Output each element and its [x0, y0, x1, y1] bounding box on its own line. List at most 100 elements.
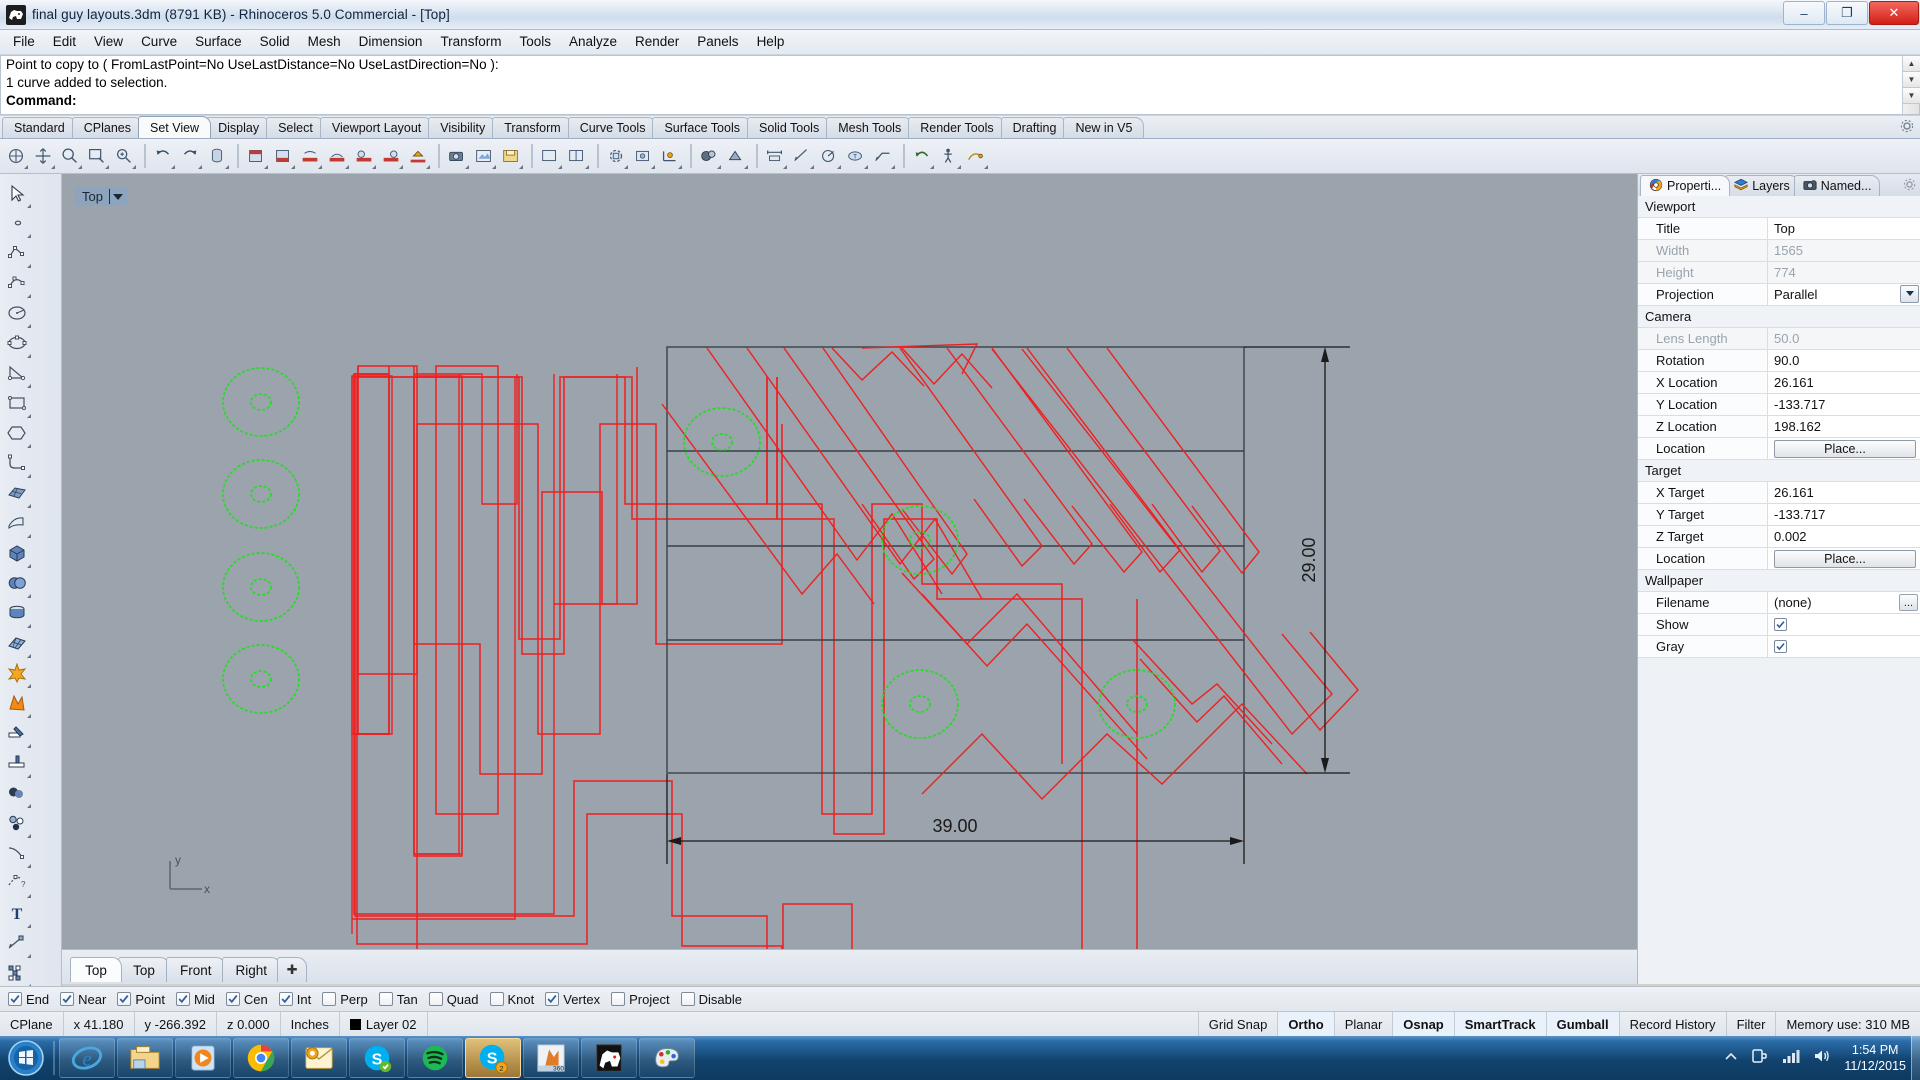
status-layer[interactable]: Layer 02 [340, 1012, 428, 1036]
flyout-triangle-icon[interactable] [171, 165, 175, 169]
status-gumball-toggle[interactable]: Gumball [1546, 1012, 1620, 1036]
flyout-triangle-icon[interactable] [492, 165, 496, 169]
flyout-triangle-icon[interactable] [519, 165, 523, 169]
checkbox-unchecked[interactable] [428, 992, 443, 1006]
menu-item-panels[interactable]: Panels [688, 31, 747, 53]
flyout-triangle-icon[interactable] [891, 165, 895, 169]
checkbox-checked[interactable] [545, 992, 560, 1006]
flyout-triangle-icon[interactable] [51, 165, 55, 169]
status-cplane[interactable]: CPlane [0, 1012, 64, 1036]
toolbar-tab-new-in-v5[interactable]: New in V5 [1063, 117, 1145, 138]
group-icon[interactable] [2, 808, 31, 838]
menu-item-view[interactable]: View [85, 31, 132, 53]
taskbar-google-chrome-icon[interactable] [233, 1038, 289, 1078]
flyout-triangle-icon[interactable] [345, 165, 349, 169]
osnap-int[interactable]: Int [278, 992, 311, 1007]
point-object-icon[interactable] [2, 208, 31, 238]
scroll-more-icon[interactable]: ▼ [1903, 88, 1920, 104]
set-view-front-icon[interactable] [298, 143, 322, 169]
taskbar-rhinoceros-icon[interactable] [581, 1038, 637, 1078]
viewport-single-icon[interactable] [538, 143, 562, 169]
flyout-triangle-icon[interactable] [24, 165, 28, 169]
checkbox-checked[interactable] [1774, 618, 1787, 631]
checkbox-checked[interactable] [1774, 640, 1787, 653]
checkbox-unchecked[interactable] [322, 992, 337, 1006]
trim-icon[interactable] [2, 718, 31, 748]
status-ortho-toggle[interactable]: Ortho [1278, 1012, 1335, 1036]
start-button-icon[interactable] [2, 1038, 50, 1078]
polyline-icon[interactable] [2, 238, 31, 268]
menu-item-render[interactable]: Render [626, 31, 688, 53]
taskbar-fusion-360-icon[interactable]: 360 [523, 1038, 579, 1078]
property-value-cell[interactable]: Parallel [1768, 284, 1920, 305]
property-value-cell[interactable]: 774 [1768, 262, 1920, 283]
osnap-cen[interactable]: Cen [225, 992, 268, 1007]
ellipse-icon[interactable] [2, 328, 31, 358]
fillet-curve-icon[interactable] [2, 448, 31, 478]
move-icon[interactable] [31, 143, 55, 169]
taskbar-file-explorer-icon[interactable] [117, 1038, 173, 1078]
property-value-cell[interactable]: 26.161 [1768, 372, 1920, 393]
property-value-cell[interactable]: 50.0 [1768, 328, 1920, 349]
checkbox-unchecked[interactable] [611, 992, 626, 1006]
taskbar-spotify-icon[interactable] [407, 1038, 463, 1078]
menu-item-file[interactable]: File [4, 31, 44, 53]
flyout-triangle-icon[interactable] [426, 165, 430, 169]
panel-tab-layers[interactable]: Layers [1725, 175, 1799, 196]
render-preview-icon[interactable] [697, 143, 721, 169]
plan-view-icon[interactable] [631, 143, 655, 169]
leader-icon[interactable] [871, 143, 895, 169]
checkbox-checked[interactable] [117, 992, 132, 1006]
explode-star-icon[interactable] [2, 658, 31, 688]
flyout-triangle-icon[interactable] [984, 165, 988, 169]
status-record-history-toggle[interactable]: Record History [1620, 1012, 1727, 1036]
checkbox-checked[interactable] [225, 992, 240, 1006]
taskbar-skype-icon[interactable]: S [349, 1038, 405, 1078]
toolbar-tab-mesh-tools[interactable]: Mesh Tools [826, 117, 914, 138]
tray-volume-speaker-icon[interactable] [1813, 1048, 1831, 1069]
toolbar-tab-visibility[interactable]: Visibility [428, 117, 498, 138]
polygon-icon[interactable] [2, 418, 31, 448]
place-button[interactable]: Place... [1774, 549, 1916, 568]
property-value-cell[interactable]: -133.717 [1768, 504, 1920, 525]
viewport-tab-front-2[interactable]: Front [166, 957, 226, 982]
status-units[interactable]: Inches [281, 1012, 340, 1036]
flyout-triangle-icon[interactable] [132, 165, 136, 169]
surface-loft-icon[interactable] [2, 508, 31, 538]
osnap-project[interactable]: Project [611, 992, 670, 1007]
property-value-cell[interactable]: Top [1768, 218, 1920, 239]
arc-icon[interactable] [2, 358, 31, 388]
menu-item-edit[interactable]: Edit [44, 31, 85, 53]
dim-aligned-icon[interactable] [790, 143, 814, 169]
taskbar-windows-media-player-icon[interactable] [175, 1038, 231, 1078]
camera-icon[interactable] [445, 143, 469, 169]
checkbox-checked[interactable] [8, 992, 22, 1006]
flyout-triangle-icon[interactable] [717, 165, 721, 169]
toolbar-tab-surface-tools[interactable]: Surface Tools [652, 117, 752, 138]
dimension-icon[interactable] [2, 928, 31, 958]
shade-icon[interactable] [724, 143, 748, 169]
toolbar-tab-set-view[interactable]: Set View [137, 116, 212, 138]
zoom-window-icon[interactable] [85, 143, 109, 169]
status-planar-toggle[interactable]: Planar [1335, 1012, 1394, 1036]
cylinder-view-icon[interactable] [205, 143, 229, 169]
scroll-up-icon[interactable]: ▲ [1903, 56, 1920, 72]
toolbar-tab-select[interactable]: Select [266, 117, 325, 138]
flyout-triangle-icon[interactable] [678, 165, 682, 169]
minimize-button[interactable]: – [1783, 1, 1825, 25]
flyout-triangle-icon[interactable] [465, 165, 469, 169]
property-value-cell[interactable]: 1565 [1768, 240, 1920, 261]
cplane-origin-icon[interactable] [658, 143, 682, 169]
save-view-icon[interactable] [499, 143, 523, 169]
named-view-icon[interactable] [472, 143, 496, 169]
panel-tab-named[interactable]: Named... [1793, 175, 1881, 196]
flyout-triangle-icon[interactable] [399, 165, 403, 169]
boolean-union-icon[interactable] [2, 568, 31, 598]
close-button[interactable]: ✕ [1869, 1, 1919, 25]
property-value-cell[interactable]: -133.717 [1768, 394, 1920, 415]
osnap-mid[interactable]: Mid [175, 992, 215, 1007]
viewport-menu-chevron-down-icon[interactable] [112, 193, 123, 200]
menu-item-mesh[interactable]: Mesh [299, 31, 350, 53]
split-icon[interactable] [2, 748, 31, 778]
flyout-triangle-icon[interactable] [651, 165, 655, 169]
